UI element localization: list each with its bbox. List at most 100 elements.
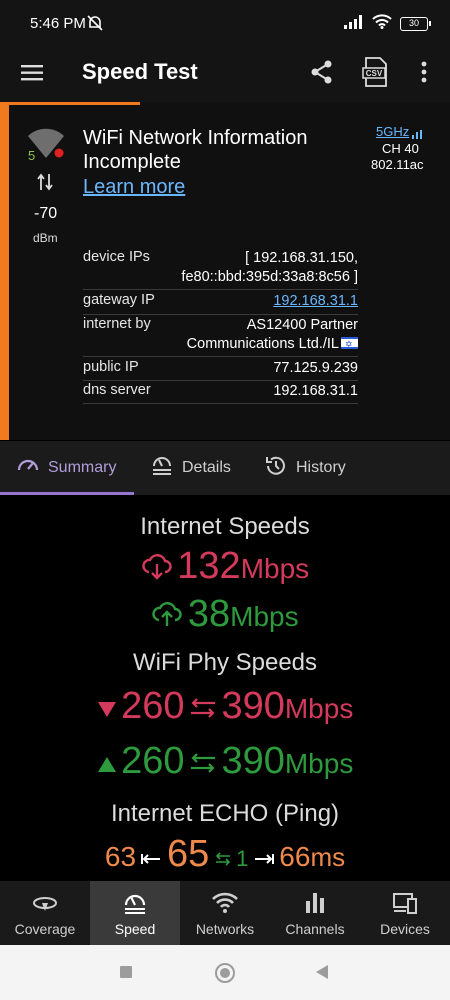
- divider: [83, 380, 358, 381]
- israel-flag-icon: [341, 335, 358, 354]
- phy-down-unit: Mbps: [284, 693, 354, 724]
- tab-bar: Summary Details History: [0, 441, 450, 495]
- divider: [83, 289, 358, 290]
- row-key: gateway IP: [83, 292, 155, 308]
- row-key: public IP: [83, 359, 139, 375]
- dns-server-row: dns server 192.168.31.1: [83, 382, 358, 404]
- summary-panel: Internet Speeds 132Mbps 38Mbps WiFi Phy …: [0, 495, 450, 881]
- status-time: 5:46 PM: [30, 15, 86, 32]
- wifi-icon: [211, 889, 239, 917]
- dns-server-value: 192.168.31.1: [273, 383, 358, 399]
- transfer-arrows-icon: [37, 172, 53, 197]
- row-key: internet by: [83, 316, 151, 332]
- divider: [83, 403, 358, 404]
- swap-arrows-icon: [189, 753, 221, 777]
- device-ip-v6: fe80::bbd:395d:33a8:8c56 ]: [181, 269, 358, 285]
- learn-more-link[interactable]: Learn more: [83, 176, 185, 199]
- recents-icon[interactable]: [120, 966, 132, 978]
- band-link[interactable]: 5GHz: [376, 124, 409, 139]
- channel-label: CH 40: [382, 141, 419, 156]
- tab-details[interactable]: Details: [150, 441, 231, 495]
- nav-channels[interactable]: Channels: [270, 881, 360, 945]
- ping-unit: ms: [310, 842, 346, 872]
- speedometer-list-icon: [150, 454, 174, 483]
- system-navigation-bar: [0, 945, 450, 1000]
- row-key: dns server: [83, 382, 151, 398]
- download-value: 132: [177, 545, 241, 587]
- cell-signal-icon: [344, 14, 364, 34]
- nav-devices[interactable]: Devices: [360, 881, 450, 945]
- gateway-ip-link[interactable]: 192.168.31.1: [273, 292, 358, 311]
- devices-icon: [391, 889, 419, 917]
- nav-networks[interactable]: Networks: [180, 881, 270, 945]
- bar-chart-icon: [301, 889, 329, 917]
- mute-icon: [86, 14, 104, 37]
- cloud-upload-icon: [151, 602, 187, 630]
- phy-up-a: 260: [121, 740, 185, 782]
- ping-values: 63 65 1 66ms: [0, 833, 450, 876]
- signal-value: -70: [34, 205, 58, 222]
- tab-history[interactable]: History: [264, 441, 346, 495]
- public-ip-value: 77.125.9.239: [273, 360, 358, 376]
- signal-level-bar: [0, 102, 9, 440]
- back-icon[interactable]: [316, 965, 328, 979]
- download-speed: 132Mbps: [0, 545, 450, 588]
- isp-line1: AS12400 Partner: [246, 317, 358, 333]
- phy-down-speed: 260 390Mbps: [0, 685, 450, 728]
- gauge-icon: [16, 454, 40, 483]
- nav-coverage[interactable]: Coverage: [0, 881, 90, 945]
- tab-summary[interactable]: Summary: [16, 441, 116, 495]
- status-bar: 5:46 PM 30: [0, 0, 450, 46]
- page-title: Speed Test: [82, 59, 198, 84]
- phy-down-b: 390: [221, 685, 285, 727]
- arrow-left-bar-icon: [140, 853, 166, 870]
- gateway-ip-row: gateway IP 192.168.31.1: [83, 292, 358, 314]
- triangle-down-icon: [97, 702, 121, 722]
- share-icon[interactable]: [308, 58, 336, 86]
- csv-export-icon[interactable]: CSV: [362, 56, 390, 88]
- speedometer-icon: [121, 889, 149, 917]
- phy-up-unit: Mbps: [284, 748, 354, 779]
- menu-icon[interactable]: [20, 60, 46, 86]
- svg-text:CSV: CSV: [366, 69, 383, 78]
- phy-up-b: 390: [221, 740, 285, 782]
- wifi-band-number: 5: [28, 148, 36, 163]
- row-key: device IPs: [83, 249, 150, 265]
- app-bar: Speed Test CSV: [0, 46, 450, 102]
- phy-up-speed: 260 390Mbps: [0, 740, 450, 783]
- ping-jitter: 1: [236, 846, 249, 871]
- phy-down-a: 260: [121, 685, 185, 727]
- battery-icon: 30: [400, 17, 431, 31]
- internet-speeds-label: Internet Speeds: [140, 513, 310, 540]
- jitter-arrows-icon: [214, 852, 236, 870]
- ping-max: 66: [279, 841, 311, 872]
- ping-avg: 65: [166, 833, 210, 875]
- nav-speed[interactable]: Speed: [90, 881, 180, 945]
- signal-unit: dBm: [33, 231, 58, 245]
- history-icon: [264, 454, 288, 483]
- phy-speeds-label: WiFi Phy Speeds: [132, 649, 318, 676]
- nav-label: Devices: [380, 921, 430, 937]
- standard-label: 802.11ac: [371, 157, 424, 172]
- swap-arrows-icon: [189, 698, 221, 722]
- row-value: AS12400 Partner Communications Ltd./IL: [187, 316, 358, 354]
- home-icon[interactable]: [215, 963, 235, 983]
- more-options-icon[interactable]: [414, 58, 434, 86]
- nav-label: Channels: [285, 921, 345, 937]
- nav-label: Speed: [114, 921, 156, 937]
- ping-min: 63: [104, 841, 137, 872]
- tab-label: Details: [182, 459, 231, 476]
- upload-value: 38: [187, 593, 231, 635]
- bottom-navigation: Coverage Speed Networks Channels Devices: [0, 881, 450, 945]
- tab-label: History: [296, 459, 346, 476]
- upload-unit: Mbps: [230, 601, 299, 632]
- nav-label: Coverage: [14, 921, 76, 937]
- nav-label: Networks: [195, 921, 255, 937]
- device-ip-v4: [ 192.168.31.150,: [245, 250, 358, 266]
- cloud-download-icon: [141, 554, 177, 582]
- divider: [83, 356, 358, 357]
- isp-line2: Communications Ltd./IL: [186, 336, 339, 352]
- network-title: WiFi Network Information Incomplete: [83, 127, 308, 173]
- tab-label: Summary: [48, 459, 117, 476]
- public-ip-row: public IP 77.125.9.239: [83, 359, 358, 381]
